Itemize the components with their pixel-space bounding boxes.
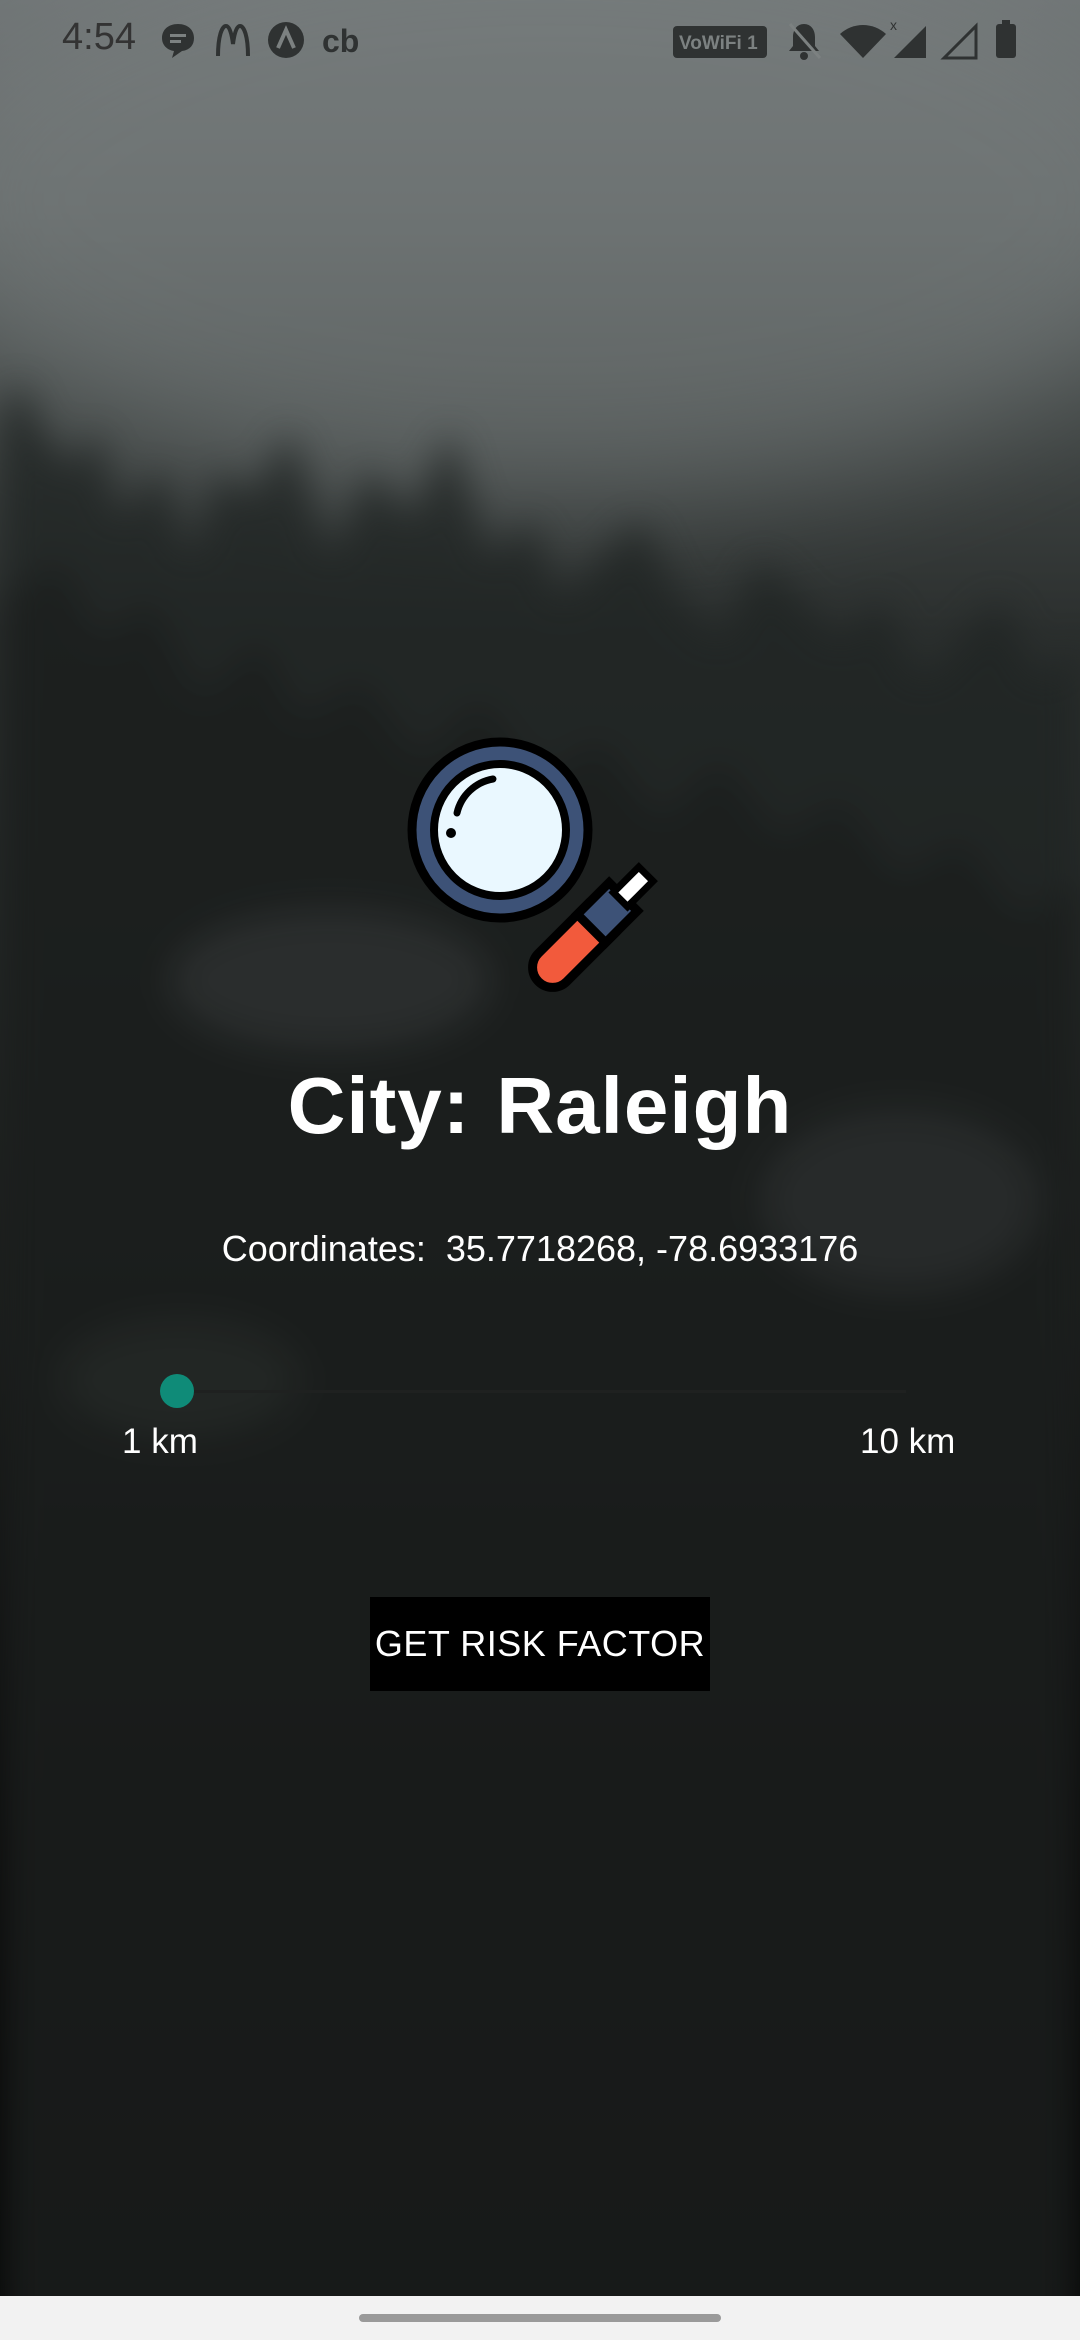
status-time: 4:54 — [62, 16, 136, 58]
chat-bubble-icon — [162, 24, 194, 58]
mcdonalds-icon — [216, 23, 250, 57]
city-label: City: — [287, 1061, 471, 1150]
get-risk-factor-button[interactable]: GET RISK FACTOR — [370, 1597, 710, 1691]
vowifi-label: VoWiFi 1 — [679, 33, 758, 54]
city-value: Raleigh — [496, 1061, 793, 1150]
status-bar: 4:54 cb VoWiFi 1 x — [0, 0, 1080, 80]
radius-slider[interactable] — [160, 1372, 908, 1412]
magnifying-glass-icon — [407, 737, 658, 992]
slider-min-label: 1 km — [122, 1422, 198, 1461]
app-screen: 4:54 cb VoWiFi 1 x City: Raleigh Coordin… — [0, 0, 1080, 2340]
coordinates-label: Coordinates: — [221, 1228, 426, 1269]
coordinates-row: Coordinates: 35.7718268, -78.6933176 — [0, 1228, 1080, 1270]
navigation-bar — [0, 2296, 1080, 2340]
battery-icon — [996, 20, 1016, 58]
forest-background — [0, 380, 1080, 2340]
cb-label: cb — [322, 23, 359, 59]
coinbase-icon: cb — [322, 23, 359, 59]
coordinates-value: 35.7718268, -78.6933176 — [445, 1228, 859, 1269]
arc-logo-icon — [268, 22, 304, 58]
slider-track[interactable] — [176, 1390, 906, 1393]
slider-thumb[interactable] — [160, 1374, 194, 1408]
city-heading: City: Raleigh — [0, 1060, 1080, 1152]
bell-off-icon — [788, 23, 822, 60]
wifi-icon — [840, 25, 886, 58]
vowifi-icon: VoWiFi 1 — [673, 26, 767, 58]
gesture-handle[interactable] — [359, 2314, 721, 2322]
signal-empty-icon — [940, 22, 978, 60]
slider-max-label: 10 km — [860, 1422, 956, 1461]
svg-text:x: x — [890, 18, 897, 33]
signal-x-icon: x — [890, 18, 926, 58]
